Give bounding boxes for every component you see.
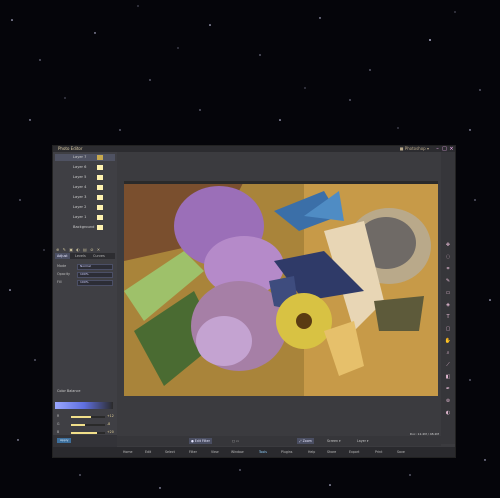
- menu-item[interactable]: Edit: [145, 449, 151, 455]
- layers-panel: Layer 7 Layer 6 Layer 5 Layer 4 Layer 3 …: [53, 152, 117, 444]
- mode-value: Normal: [80, 264, 91, 268]
- layer-name: Background: [73, 225, 95, 229]
- layer-select[interactable]: Layer ▾: [357, 438, 369, 444]
- opacity-label: Opacity: [57, 272, 71, 276]
- layer-row[interactable]: Layer 7: [55, 154, 115, 161]
- status-bar: ● Edit Filter ▢ ▭ ⤢ Zoom Screen ▾ Layer …: [117, 436, 441, 446]
- view-mode-toggle[interactable]: ▢ ▭: [232, 438, 239, 444]
- gradient-tool-icon[interactable]: ◧: [444, 374, 452, 381]
- fill-field[interactable]: 100%: [77, 280, 113, 286]
- fill-label: Fill: [57, 280, 62, 284]
- crop-tool-icon[interactable]: ⌗: [444, 266, 452, 273]
- slider-green-label: G: [57, 422, 60, 426]
- artwork-image: [124, 181, 438, 396]
- slider-fill: [71, 416, 92, 418]
- zoom-button[interactable]: ⤢ Zoom: [297, 438, 314, 444]
- right-toolbar: ✥ ◌ ⌗ ✎ ▭ ◈ T ▢ ✋ ⌕ ⟋ ◧ ✒ ⊚ ◐: [441, 152, 455, 444]
- hand-tool-icon[interactable]: ✋: [444, 338, 452, 345]
- tab-curves[interactable]: Curves: [93, 253, 105, 259]
- image-canvas[interactable]: [124, 181, 438, 396]
- slider-green-value: -8: [107, 422, 111, 426]
- brush-tool-icon[interactable]: ✎: [444, 278, 452, 285]
- menu-item[interactable]: Select: [165, 449, 175, 455]
- layer-name: Layer 6: [73, 165, 87, 169]
- mode-select[interactable]: Normal: [77, 264, 113, 270]
- pen-tool-icon[interactable]: ✒: [444, 386, 452, 393]
- layer-row[interactable]: Layer 1: [55, 214, 115, 221]
- menu-item[interactable]: Tools: [259, 449, 267, 455]
- tab-levels[interactable]: Levels: [75, 253, 86, 259]
- layer-name: Layer 2: [73, 205, 87, 209]
- menu-item[interactable]: Share: [327, 449, 336, 455]
- slider-red-label: R: [57, 414, 60, 418]
- menu-item[interactable]: Help: [308, 449, 315, 455]
- opacity-field[interactable]: 100%: [77, 272, 113, 278]
- adjustment-tabs: Adjust Levels Curves: [55, 253, 115, 259]
- slider-green[interactable]: [71, 424, 105, 426]
- minimize-icon[interactable]: –: [434, 146, 441, 152]
- menu-item[interactable]: Filter: [189, 449, 197, 455]
- shape-tool-icon[interactable]: ▢: [444, 326, 452, 333]
- slider-fill: [71, 432, 97, 434]
- layer-toolbar[interactable]: ⊕ ✎ ▣ ◐ ▤ ⊘ ✕: [56, 247, 114, 252]
- menu-item[interactable]: Export: [349, 449, 359, 455]
- layer-row[interactable]: Layer 6: [55, 164, 115, 171]
- layer-thumbnail: [97, 175, 103, 180]
- layer-row[interactable]: Background: [55, 224, 115, 231]
- workspace-switcher[interactable]: ■ Photoshop ▾: [400, 146, 429, 152]
- fill-tool-icon[interactable]: ◈: [444, 302, 452, 309]
- layer-name: Layer 4: [73, 185, 87, 189]
- dodge-tool-icon[interactable]: ◐: [444, 410, 452, 417]
- eraser-tool-icon[interactable]: ▭: [444, 290, 452, 297]
- layer-row[interactable]: Layer 2: [55, 204, 115, 211]
- slider-red[interactable]: [71, 416, 105, 418]
- color-gradient-bar[interactable]: [55, 402, 113, 409]
- adjustment-panel: Mode Normal Opacity 100% Fill 100%: [55, 262, 115, 382]
- move-tool-icon[interactable]: ✥: [444, 242, 452, 249]
- layer-row[interactable]: Layer 4: [55, 184, 115, 191]
- layer-thumbnail: [97, 195, 103, 200]
- slider-blue[interactable]: [71, 432, 105, 434]
- layer-row[interactable]: Layer 3: [55, 194, 115, 201]
- bottom-menu-bar: Home Edit Select Filter View Window Tool…: [53, 447, 455, 457]
- color-balance-title: Color Balance: [57, 389, 81, 393]
- layer-thumbnail: [97, 155, 103, 160]
- layer-thumbnail: [97, 165, 103, 170]
- slider-blue-value: +20: [107, 430, 114, 434]
- layer-name: Layer 5: [73, 175, 87, 179]
- text-tool-icon[interactable]: T: [444, 314, 452, 321]
- fill-value: 100%: [80, 280, 89, 284]
- lasso-tool-icon[interactable]: ◌: [444, 254, 452, 261]
- menu-item[interactable]: Save: [397, 449, 405, 455]
- layer-name: Layer 1: [73, 215, 87, 219]
- edit-filter-button[interactable]: ● Edit Filter: [189, 438, 212, 444]
- slider-red-value: +12: [107, 414, 114, 418]
- mode-label: Mode: [57, 264, 67, 268]
- menu-item[interactable]: View: [211, 449, 219, 455]
- eyedropper-tool-icon[interactable]: ⟋: [444, 362, 452, 369]
- menu-item[interactable]: Print: [375, 449, 382, 455]
- layer-thumbnail: [97, 205, 103, 210]
- opacity-value: 100%: [80, 272, 89, 276]
- tab-adjust[interactable]: Adjust: [55, 253, 70, 259]
- menu-item[interactable]: Plugins: [281, 449, 292, 455]
- editor-window: Photo Editor ■ Photoshop ▾ – □ × Layer 7…: [52, 145, 456, 458]
- slider-blue-label: B: [57, 430, 60, 434]
- layer-name: Layer 3: [73, 195, 87, 199]
- layer-row[interactable]: Layer 5: [55, 174, 115, 181]
- menu-item[interactable]: Window: [231, 449, 244, 455]
- slider-fill: [71, 424, 85, 426]
- screen-mode-select[interactable]: Screen ▾: [327, 438, 341, 444]
- stamp-tool-icon[interactable]: ⊚: [444, 398, 452, 405]
- zoom-tool-icon[interactable]: ⌕: [444, 350, 452, 357]
- layer-thumbnail: [97, 225, 103, 230]
- layer-thumbnail: [97, 185, 103, 190]
- menu-item[interactable]: Home: [123, 449, 132, 455]
- layer-name: Layer 7: [73, 155, 87, 159]
- apply-button[interactable]: Apply: [57, 438, 72, 443]
- layer-thumbnail: [97, 215, 103, 220]
